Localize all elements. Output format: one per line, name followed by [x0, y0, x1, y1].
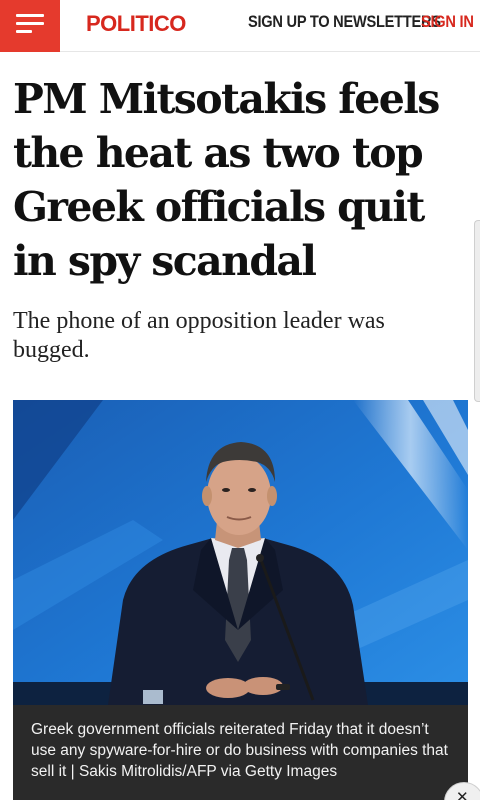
image-caption: Greek government officials reiterated Fr… [13, 705, 468, 800]
hamburger-menu-icon-bar [16, 22, 44, 25]
scroll-handle[interactable] [474, 220, 480, 402]
article-subhead: The phone of an opposition leader was bu… [13, 308, 385, 363]
article-lead-image [13, 400, 468, 705]
article-headline: PM Mitsotakis feels the heat as two top … [13, 75, 440, 285]
newsletters-link[interactable]: SIGN UP TO NEWSLETTERS [248, 12, 441, 32]
sign-in-link[interactable]: SIGN IN [421, 12, 474, 32]
hamburger-menu-icon [16, 14, 44, 17]
site-header: POLITICO SIGN UP TO NEWSLETTERS SIGN IN [0, 0, 480, 52]
lead-image-illustration [13, 400, 468, 705]
hamburger-menu-icon-bar [16, 30, 32, 33]
politico-logo[interactable]: POLITICO [86, 11, 186, 37]
close-icon: ✕ [456, 788, 469, 800]
menu-button[interactable] [0, 0, 60, 52]
